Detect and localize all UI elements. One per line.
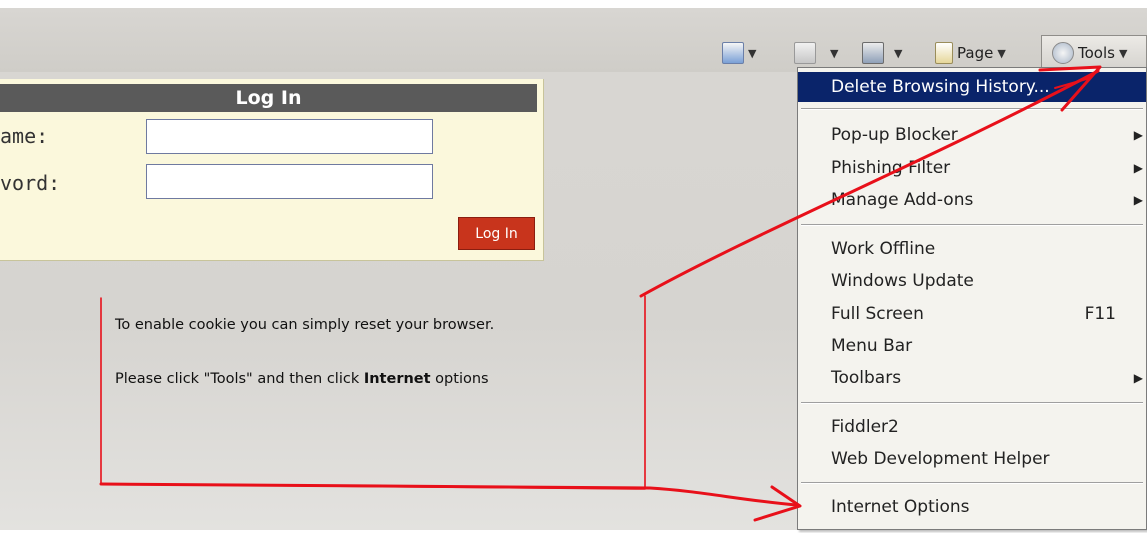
menu-item-delete-browsing-history[interactable]: Delete Browsing History...	[798, 72, 1146, 102]
tools-label: Tools	[1078, 44, 1115, 62]
login-button[interactable]: Log In	[458, 217, 535, 250]
chevron-down-icon[interactable]: ▼	[748, 47, 756, 60]
menu-item-full-screen[interactable]: Full Screen F11	[798, 299, 1146, 329]
menu-separator	[801, 108, 1143, 110]
menu-item-label: Toolbars	[831, 368, 902, 388]
instruction-line-2-prefix: Please click "Tools" and then click	[115, 371, 364, 387]
menu-separator	[801, 224, 1143, 226]
menu-item-phishing-filter[interactable]: Phishing Filter ▶	[798, 153, 1146, 183]
username-label: ame:	[0, 124, 49, 148]
menu-item-label: Full Screen	[831, 304, 924, 324]
instruction-line-2: Please click "Tools" and then click Inte…	[115, 371, 489, 387]
menu-separator	[801, 482, 1143, 484]
menu-item-label: Work Offline	[831, 239, 936, 259]
menu-item-toolbars[interactable]: Toolbars ▶	[798, 363, 1146, 393]
feeds-button[interactable]: ▼	[794, 42, 838, 64]
shortcut-label: F11	[1084, 304, 1116, 324]
page-label: Page	[957, 44, 994, 62]
menu-item-label: Pop-up Blocker	[831, 125, 958, 145]
page-icon	[935, 42, 953, 64]
instruction-line-2-suffix: options	[430, 371, 489, 387]
menu-item-label: Phishing Filter	[831, 158, 951, 178]
menu-item-menu-bar[interactable]: Menu Bar	[798, 331, 1146, 361]
username-field[interactable]	[146, 119, 433, 154]
menu-item-internet-options[interactable]: Internet Options	[798, 492, 1146, 522]
menu-item-fiddler2[interactable]: Fiddler2	[798, 412, 1146, 442]
rss-feed-icon	[794, 42, 816, 64]
instruction-line-2-bold: Internet	[363, 371, 431, 387]
print-icon	[862, 42, 884, 64]
menu-item-label: Delete Browsing History...	[831, 77, 1050, 97]
tools-button-content[interactable]: Tools ▼	[1052, 42, 1127, 64]
menu-item-label: Web Development Helper	[831, 449, 1050, 469]
chevron-down-icon[interactable]: ▼	[830, 47, 838, 60]
print-button[interactable]: ▼	[862, 42, 902, 64]
menu-item-label: Menu Bar	[831, 336, 913, 356]
menu-item-popup-blocker[interactable]: Pop-up Blocker ▶	[798, 120, 1146, 150]
submenu-arrow-icon: ▶	[1133, 193, 1143, 207]
tools-dropdown-menu: Delete Browsing History... Pop-up Blocke…	[797, 67, 1147, 530]
submenu-arrow-icon: ▶	[1133, 161, 1143, 175]
gear-icon	[1052, 42, 1074, 64]
login-title: Log In	[0, 84, 537, 112]
ie-command-bar: ▼ ▼ ▼ Page ▼ Tools ▼	[0, 8, 1147, 73]
home-button[interactable]: ▼	[722, 42, 756, 64]
password-field[interactable]	[146, 164, 433, 199]
chevron-down-icon: ▼	[997, 46, 1006, 60]
login-panel: Log In ame: vord: Log In	[0, 79, 544, 261]
menu-item-work-offline[interactable]: Work Offline	[798, 234, 1146, 264]
submenu-arrow-icon: ▶	[1133, 371, 1143, 385]
password-label: vord:	[0, 171, 61, 195]
menu-item-label: Manage Add-ons	[831, 190, 974, 210]
menu-separator	[801, 402, 1143, 404]
submenu-arrow-icon: ▶	[1133, 128, 1143, 142]
menu-item-web-development-helper[interactable]: Web Development Helper	[798, 444, 1146, 474]
chevron-down-icon[interactable]: ▼	[894, 47, 902, 60]
menu-item-label: Internet Options	[831, 497, 970, 517]
instruction-line-1: To enable cookie you can simply reset yo…	[115, 317, 495, 333]
menu-item-label: Windows Update	[831, 271, 974, 291]
page-menu-button[interactable]: Page ▼	[935, 42, 1006, 64]
menu-item-label: Fiddler2	[831, 417, 899, 437]
menu-item-manage-addons[interactable]: Manage Add-ons ▶	[798, 185, 1146, 215]
home-icon	[722, 42, 744, 64]
menu-item-windows-update[interactable]: Windows Update	[798, 266, 1146, 296]
chevron-down-icon: ▼	[1118, 46, 1128, 60]
